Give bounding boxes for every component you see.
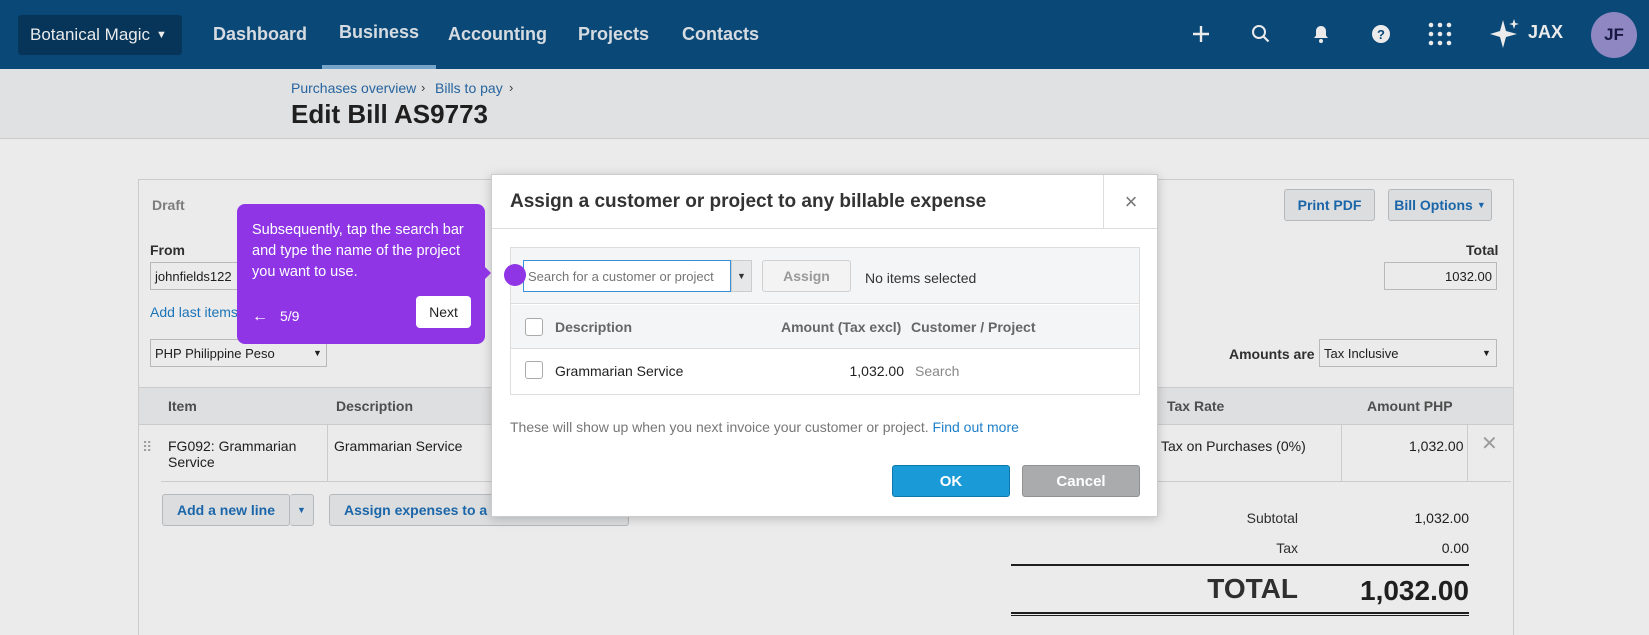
chevron-down-icon: ▼	[737, 271, 746, 281]
column-description: Description	[555, 319, 633, 335]
search-dropdown-toggle[interactable]: ▼	[731, 260, 752, 292]
cancel-button[interactable]: Cancel	[1022, 465, 1140, 497]
select-all-checkbox[interactable]	[525, 318, 543, 336]
find-out-more-link[interactable]: Find out more	[933, 419, 1019, 435]
hint-text: These will show up when you next invoice…	[510, 419, 929, 435]
row-customer-search[interactable]: Search	[915, 363, 959, 379]
assign-button[interactable]: Assign	[762, 260, 851, 292]
tooltip-text: Subsequently, tap the search bar and typ…	[252, 222, 464, 280]
panel-toolbar: ▼ Assign No items selected	[511, 248, 1139, 304]
column-amount-tax-excl: Amount (Tax excl)	[781, 319, 902, 335]
expenses-table-header: Description Amount (Tax excl) Customer /…	[511, 305, 1139, 349]
tooltip-next-button[interactable]: Next	[416, 296, 471, 328]
billable-expenses-panel: ▼ Assign No items selected Description A…	[510, 247, 1140, 395]
tooltip-step-counter: 5/9	[280, 308, 300, 324]
modal-hint: These will show up when you next invoice…	[510, 419, 1019, 435]
assign-customer-modal: Assign a customer or project to any bill…	[491, 174, 1158, 517]
row-checkbox[interactable]	[525, 361, 543, 379]
modal-title: Assign a customer or project to any bill…	[510, 191, 987, 212]
row-description: Grammarian Service	[555, 363, 684, 379]
modal-divider	[492, 228, 1157, 229]
column-customer-project: Customer / Project	[911, 319, 1036, 335]
row-amount: 1,032.00	[849, 363, 905, 379]
selection-status: No items selected	[865, 270, 977, 286]
customer-project-search-input[interactable]	[523, 260, 731, 292]
walkthrough-tooltip: Subsequently, tap the search bar and typ…	[237, 204, 485, 344]
tooltip-pointer	[482, 264, 491, 282]
back-arrow-icon[interactable]: ←	[252, 308, 268, 326]
tooltip-hotspot-dot	[504, 264, 526, 286]
close-icon[interactable]: ×	[1103, 175, 1158, 228]
ok-button[interactable]: OK	[892, 465, 1010, 497]
